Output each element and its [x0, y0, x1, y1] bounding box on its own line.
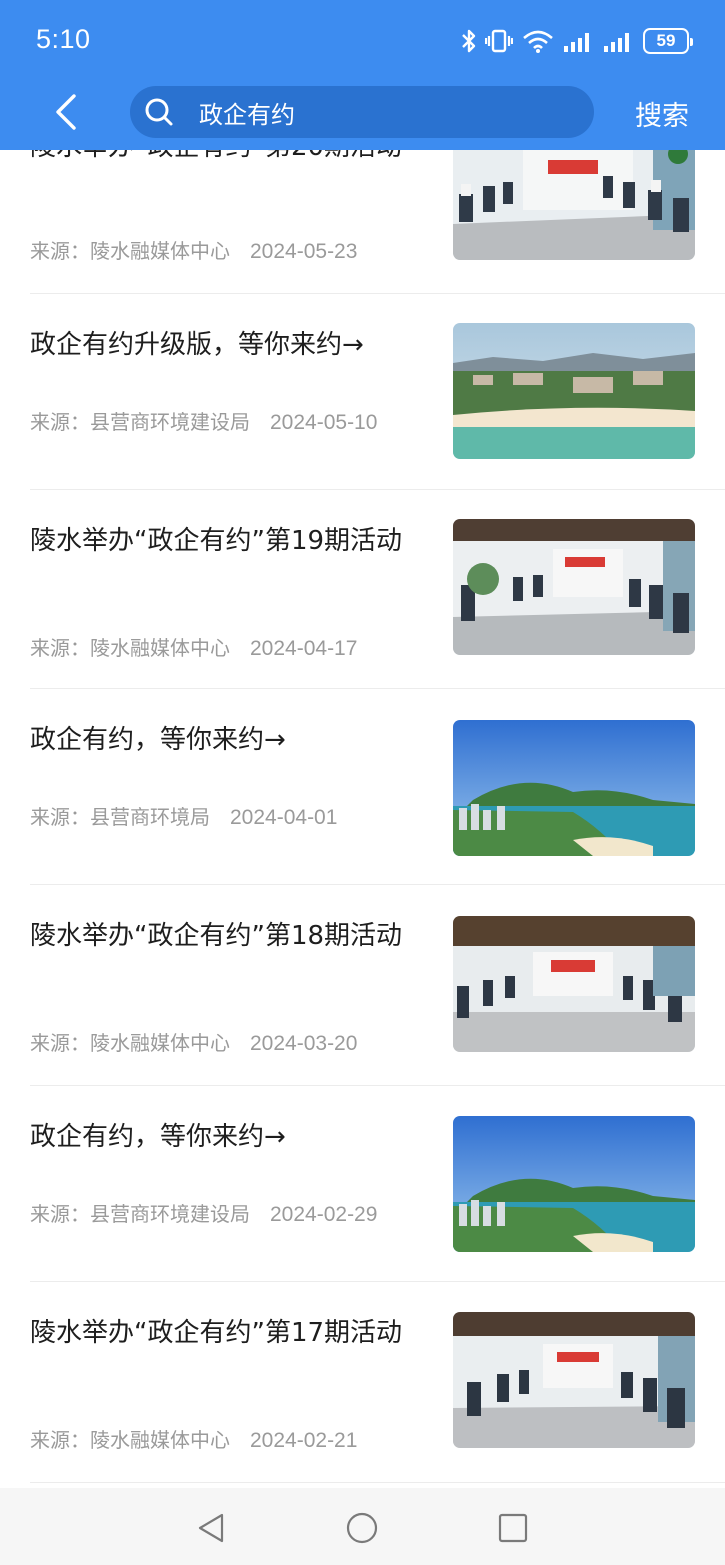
- chevron-left-icon: [56, 94, 76, 130]
- result-meta: 来源：陵水融媒体中心 2024-04-17: [30, 632, 357, 661]
- search-box[interactable]: [130, 86, 594, 138]
- publish-date: 2024-02-21: [250, 1429, 358, 1452]
- meeting-room-photo: [453, 1312, 695, 1448]
- result-meta: 来源：陵水融媒体中心 2024-02-21: [30, 1424, 357, 1453]
- result-meta: 来源：县营商环境局 2024-04-01: [30, 801, 337, 830]
- divider: [30, 1482, 725, 1483]
- result-title: 陵水举办“政企有约”第18期活动: [30, 921, 403, 951]
- result-meta: 来源：县营商环境建设局 2024-02-29: [30, 1198, 377, 1227]
- result-item[interactable]: 陵水举办“政企有约”第17期活动 来源：陵水融媒体中心 2024-02-21: [0, 1282, 725, 1482]
- result-title: 政企有约升级版，等你来约→: [30, 330, 364, 360]
- app-header: 5:10 59 政企有约 搜索: [0, 0, 725, 150]
- bay-aerial-photo: [453, 1116, 695, 1252]
- result-meta: 来源：陵水融媒体中心 2024-05-23: [30, 235, 357, 264]
- result-thumbnail: [453, 323, 695, 459]
- publish-date: 2024-05-10: [270, 411, 378, 434]
- signal-icon: [564, 33, 589, 52]
- publish-date: 2024-05-23: [250, 240, 358, 263]
- source-name: 陵水融媒体中心: [90, 239, 230, 263]
- wifi-icon: [523, 30, 553, 53]
- publish-date: 2024-02-29: [270, 1203, 378, 1226]
- source-name: 陵水融媒体中心: [90, 1428, 230, 1452]
- meeting-room-photo: [453, 916, 695, 1052]
- result-item[interactable]: 陵水举办“政企有约”第18期活动 来源：陵水融媒体中心 2024-03-20: [0, 885, 725, 1085]
- search-bar-row: 搜索: [0, 84, 725, 144]
- publish-date: 2024-04-01: [230, 806, 338, 829]
- battery-level: 59: [656, 31, 676, 50]
- source-name: 陵水融媒体中心: [90, 636, 230, 660]
- publish-date: 2024-03-20: [250, 1032, 358, 1055]
- status-time: 5:10: [36, 24, 91, 54]
- back-button[interactable]: [46, 92, 86, 132]
- battery-icon: 59: [643, 28, 693, 54]
- source-name: 县营商环境建设局: [90, 1202, 250, 1226]
- result-meta: 来源：县营商环境建设局 2024-05-10: [30, 406, 377, 435]
- result-thumbnail: [453, 1312, 695, 1448]
- publish-date: 2024-04-17: [250, 637, 358, 660]
- meeting-room-photo: [453, 519, 695, 655]
- vibrate-icon: [485, 29, 513, 53]
- result-title: 陵水举办“政企有约”第19期活动: [30, 526, 403, 556]
- result-meta: 来源：陵水融媒体中心 2024-03-20: [30, 1027, 357, 1056]
- signal-icon-2: [604, 33, 629, 52]
- status-icons: 59: [461, 26, 693, 56]
- coast-resort-photo: [453, 323, 695, 459]
- bay-aerial-photo: [453, 720, 695, 856]
- source-name: 陵水融媒体中心: [90, 1031, 230, 1055]
- source-name: 县营商环境建设局: [90, 410, 250, 434]
- recents-square-icon[interactable]: [495, 1510, 531, 1546]
- result-item[interactable]: 陵水举办“政企有约”第19期活动 来源：陵水融媒体中心 2024-04-17: [0, 490, 725, 688]
- result-title: 陵水举办“政企有约”第17期活动: [30, 1318, 403, 1348]
- home-circle-icon[interactable]: [344, 1510, 380, 1546]
- status-bar: 5:10 59: [0, 0, 725, 80]
- source-label: 来源：: [30, 410, 90, 434]
- source-label: 来源：: [30, 1428, 90, 1452]
- search-input[interactable]: [199, 98, 559, 126]
- source-label: 来源：: [30, 1031, 90, 1055]
- source-name: 县营商环境局: [90, 805, 210, 829]
- result-title: 政企有约，等你来约→: [30, 725, 286, 755]
- search-button[interactable]: 搜索: [635, 94, 689, 133]
- result-thumbnail: [453, 1116, 695, 1252]
- result-item[interactable]: 陵水举办“政企有约”第20期活动 来源：陵水融媒体中心2024-05-23: [0, 124, 725, 293]
- bluetooth-icon: [462, 29, 476, 53]
- source-label: 来源：: [30, 239, 90, 263]
- result-thumbnail: [453, 519, 695, 655]
- source-label: 来源：: [30, 1202, 90, 1226]
- source-label: 来源：: [30, 805, 90, 829]
- search-icon: [144, 97, 174, 127]
- result-item[interactable]: 政企有约，等你来约→ 来源：县营商环境局 2024-04-01: [0, 689, 725, 885]
- source-label: 来源：: [30, 636, 90, 660]
- result-item[interactable]: 政企有约，等你来约→ 来源：县营商环境建设局 2024-02-29: [0, 1086, 725, 1282]
- back-triangle-icon[interactable]: [194, 1510, 230, 1546]
- result-thumbnail: [453, 720, 695, 856]
- result-title: 政企有约，等你来约→: [30, 1122, 286, 1152]
- result-thumbnail: [453, 916, 695, 1052]
- system-nav-bar: [0, 1488, 725, 1565]
- result-item[interactable]: 政企有约升级版，等你来约→ 来源：县营商环境建设局 2024-05-10: [0, 294, 725, 490]
